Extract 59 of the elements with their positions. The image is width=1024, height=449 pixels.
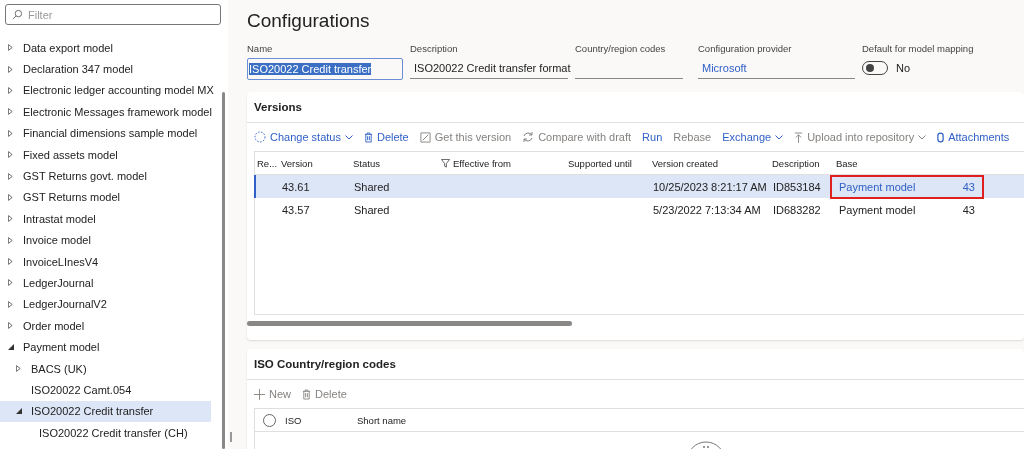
tree-item[interactable]: Intrastat model: [0, 208, 211, 230]
table-cell-text: 5/23/2022 7:13:34 AM: [653, 202, 762, 218]
toggle-value: No: [896, 62, 911, 74]
base-link[interactable]: Payment model: [839, 180, 916, 193]
section-title: ISO Country/region codes: [247, 349, 1024, 380]
tree-item[interactable]: Declaration 347 model: [0, 58, 211, 80]
column-header[interactable]: Base: [836, 157, 858, 169]
field-label: Configuration provider: [698, 43, 793, 54]
tree-item[interactable]: Invoice model: [0, 229, 211, 251]
tree-item[interactable]: Data export model: [0, 37, 211, 59]
tree-item[interactable]: GST Returns govt. model: [0, 165, 211, 187]
table-cell-text: ID853184: [773, 179, 822, 195]
table-cell-text: 10/25/2023 8:21:17 AM: [653, 179, 768, 195]
tree-item[interactable]: ISO20022 Credit transfer: [0, 400, 211, 423]
table-cell-text: Shared: [354, 202, 391, 218]
field-label: Country/region codes: [575, 43, 667, 54]
page-title: Configurations: [247, 9, 371, 33]
table-cell: 43: [962, 203, 975, 216]
table-cell-text: Shared: [354, 179, 391, 195]
tree-item[interactable]: ISO20022 Camt.054: [0, 379, 211, 401]
tree-item[interactable]: Financial dimensions sample model: [0, 122, 211, 144]
tree-item[interactable]: InvoiceLInesV4: [0, 250, 211, 273]
field-label: Name: [247, 43, 274, 54]
filter-field[interactable]: Filter: [5, 4, 221, 25]
column-header[interactable]: Description: [772, 157, 836, 169]
text-field[interactable]: ISO20022 Credit transfer: [247, 58, 403, 80]
column-header[interactable]: Supported until: [568, 157, 652, 169]
column-header[interactable]: Status: [353, 157, 441, 169]
table-cell: 43: [962, 180, 975, 193]
tree-item[interactable]: GST Returns model: [0, 186, 211, 209]
tree-item[interactable]: LedgerJournal: [0, 272, 211, 294]
table-row[interactable]: 43.61 Shared 10/25/2023 8:21:17 AM ID853184 Payment model 43: [254, 175, 1024, 198]
base-link[interactable]: Payment model: [839, 203, 916, 216]
toolbar-button[interactable]: Change status: [254, 131, 353, 143]
table-row[interactable]: 43.57 Shared 5/23/2022 7:13:34 AM ID683282 Payment model 43: [254, 198, 1024, 221]
text-field[interactable]: Microsoft: [698, 58, 855, 79]
toolbar-button[interactable]: Delete: [363, 131, 409, 143]
tree-item[interactable]: Fixed assets model: [0, 143, 211, 166]
toolbar-button[interactable]: Run: [642, 131, 663, 143]
tree-item[interactable]: Electronic Messages framework model: [0, 101, 211, 123]
field-label: Default for model mapping: [862, 43, 974, 54]
tree-item[interactable]: Payment model: [0, 336, 211, 358]
column-header[interactable]: Re...: [257, 157, 281, 169]
table-cell-text: 43.61: [282, 179, 311, 195]
column-header[interactable]: Short name: [357, 414, 407, 426]
column-header[interactable]: Effective from: [453, 157, 568, 169]
tree-item[interactable]: ISO20022 Credit transfer (CH): [0, 422, 211, 444]
toolbar-button[interactable]: Attachments: [937, 131, 1010, 143]
table-cell-text: 43.57: [282, 202, 311, 218]
column-header[interactable]: Version: [281, 157, 353, 169]
toolbar-button[interactable]: Exchange: [722, 131, 784, 143]
tree-item[interactable]: LedgerJournalV2: [0, 293, 211, 316]
tree-item[interactable]: Order model: [0, 315, 211, 337]
field-label: Description: [410, 43, 459, 54]
column-header[interactable]: ISO: [285, 414, 357, 426]
section-title: Versions: [247, 92, 1024, 123]
tree-item[interactable]: BACS (UK): [0, 357, 211, 380]
column-header[interactable]: Version created: [652, 157, 772, 169]
table-cell-text: ID683282: [773, 202, 822, 218]
